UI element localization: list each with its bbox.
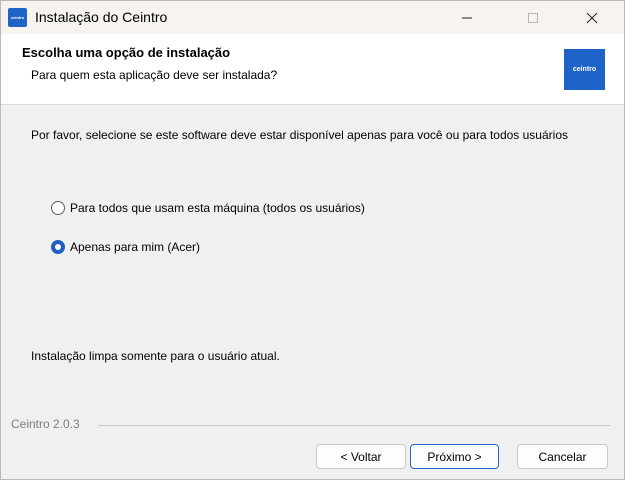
install-note: Instalação limpa somente para o usuário … bbox=[31, 349, 280, 363]
brand-version: Ceintro 2.0.3 bbox=[11, 417, 85, 431]
next-button[interactable]: Próximo > bbox=[410, 444, 499, 469]
back-button[interactable]: < Voltar bbox=[316, 444, 406, 469]
maximize-button[interactable] bbox=[510, 1, 556, 34]
installer-window: ceintro Instalação do Ceintro Escolha um… bbox=[0, 0, 625, 480]
brand-divider bbox=[98, 425, 610, 426]
close-button[interactable] bbox=[569, 1, 615, 34]
minimize-icon bbox=[462, 17, 472, 18]
option-only-me-label: Apenas para mim (Acer) bbox=[70, 240, 201, 254]
option-only-me[interactable]: Apenas para mim (Acer) bbox=[50, 239, 200, 255]
title-bar[interactable]: ceintro Instalação do Ceintro bbox=[1, 1, 624, 34]
logo-text: ceintro bbox=[572, 66, 597, 73]
minimize-button[interactable] bbox=[444, 1, 490, 34]
option-all-users-label: Para todos que usam esta máquina (todos … bbox=[70, 201, 365, 215]
radio-unselected-icon[interactable] bbox=[50, 200, 66, 216]
description-text: Por favor, selecione se este software de… bbox=[31, 128, 568, 142]
cancel-button[interactable]: Cancelar bbox=[517, 444, 608, 469]
app-icon: ceintro bbox=[8, 8, 27, 27]
ceintro-logo: ceintro bbox=[564, 49, 605, 90]
window-title: Instalação do Ceintro bbox=[35, 9, 168, 25]
close-icon bbox=[586, 12, 598, 23]
page-subtitle: Para quem esta aplicação deve ser instal… bbox=[31, 68, 278, 82]
radio-selected-icon[interactable] bbox=[50, 239, 66, 255]
page-header: Escolha uma opção de instalação Para que… bbox=[1, 34, 624, 105]
option-all-users[interactable]: Para todos que usam esta máquina (todos … bbox=[50, 200, 365, 216]
app-icon-text: ceintro bbox=[10, 15, 25, 20]
maximize-icon bbox=[528, 12, 538, 23]
page-title: Escolha uma opção de instalação bbox=[22, 45, 231, 60]
